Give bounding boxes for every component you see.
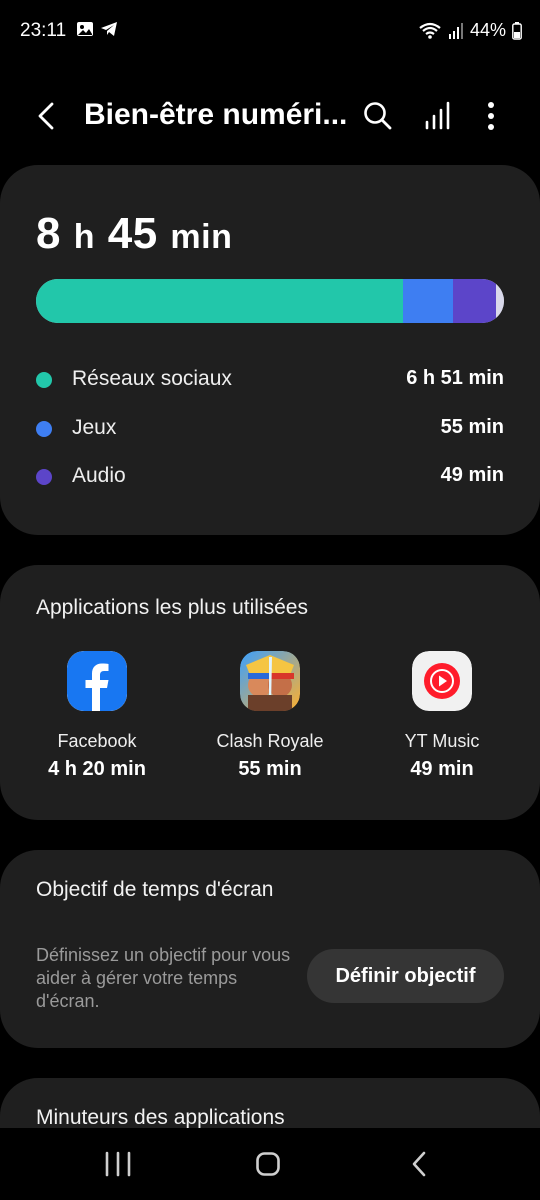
status-time: 23:11 <box>20 20 67 41</box>
most-used-apps-heading: Applications les plus utilisées <box>36 596 308 619</box>
total-screen-time: 8 h 45 min <box>36 209 232 259</box>
usage-segment-social <box>36 279 404 323</box>
more-vertical-icon <box>488 102 494 130</box>
nav-back-button[interactable] <box>400 1146 440 1182</box>
app-usage-time: 49 min <box>410 758 474 780</box>
total-hours: 8 <box>36 209 61 258</box>
screen-time-goal-card: Objectif de temps d'écran Définissez un … <box>0 850 540 1048</box>
search-icon <box>364 102 392 130</box>
app-item-facebook[interactable]: Facebook 4 h 20 min <box>17 651 177 781</box>
home-button[interactable] <box>248 1146 288 1182</box>
yt-music-icon <box>412 651 472 711</box>
app-item-yt-music[interactable]: YT Music 49 min <box>362 651 522 781</box>
recent-apps-icon <box>105 1151 131 1177</box>
usage-segment-games <box>403 279 453 323</box>
category-name: Jeux <box>72 416 117 439</box>
goal-heading: Objectif de temps d'écran <box>36 878 274 901</box>
hours-unit: h <box>73 218 95 256</box>
app-item-clash-royale[interactable]: Clash Royale 55 min <box>190 651 350 781</box>
signal-icon <box>448 22 463 39</box>
app-name: Facebook <box>57 731 137 751</box>
status-notification-icons <box>76 20 118 38</box>
category-time: 55 min <box>440 416 504 438</box>
status-bar: 23:11 44% <box>0 0 540 62</box>
app-name: YT Music <box>404 731 480 751</box>
chevron-left-icon <box>38 102 54 130</box>
battery-percentage: 44% <box>469 20 506 40</box>
usage-segment-audio <box>452 279 497 323</box>
category-name: Réseaux sociaux <box>72 367 232 390</box>
most-used-apps-card: Applications les plus utilisées Facebook… <box>0 565 540 820</box>
recent-apps-button[interactable] <box>98 1146 138 1182</box>
goal-description: Définissez un objectif pour vous aider à… <box>36 945 291 1011</box>
app-usage-time: 55 min <box>238 758 302 780</box>
audio-dot-icon <box>36 469 52 485</box>
category-time: 49 min <box>440 464 504 486</box>
image-icon <box>77 22 93 36</box>
home-icon <box>256 1152 280 1176</box>
set-goal-button[interactable]: Définir objectif <box>307 949 504 1003</box>
telegram-icon <box>101 22 117 36</box>
back-button[interactable] <box>28 96 68 136</box>
app-bar: Bien-être numéri... <box>0 86 540 148</box>
system-navigation-bar <box>0 1128 540 1200</box>
category-name: Audio <box>72 464 126 487</box>
category-row-audio: Audio 49 min <box>36 462 504 492</box>
chevron-left-icon <box>412 1151 426 1177</box>
app-usage-time: 4 h 20 min <box>48 758 146 780</box>
social-dot-icon <box>36 372 52 388</box>
battery-icon <box>512 21 522 40</box>
facebook-icon <box>67 651 127 711</box>
clash-royale-icon <box>240 651 300 711</box>
category-row-games: Jeux 55 min <box>36 414 504 444</box>
statistics-button[interactable] <box>420 98 456 134</box>
app-name: Clash Royale <box>216 731 324 751</box>
usage-segment-other <box>496 279 504 323</box>
category-row-social: Réseaux sociaux 6 h 51 min <box>36 365 504 395</box>
more-options-button[interactable] <box>476 98 506 134</box>
app-timers-heading: Minuteurs des applications <box>36 1106 285 1129</box>
total-minutes: 45 <box>107 209 158 258</box>
screen-time-card[interactable]: 8 h 45 min Réseaux sociaux 6 h 51 min Je… <box>0 165 540 535</box>
page-title: Bien-être numéri... <box>84 98 348 131</box>
search-button[interactable] <box>360 98 396 134</box>
status-system-icons: 44% <box>418 20 522 41</box>
games-dot-icon <box>36 421 52 437</box>
category-time: 6 h 51 min <box>406 367 504 389</box>
bar-chart-icon <box>425 101 450 130</box>
minutes-unit: min <box>170 218 233 256</box>
usage-breakdown-bar <box>36 279 504 323</box>
wifi-icon <box>419 22 441 39</box>
